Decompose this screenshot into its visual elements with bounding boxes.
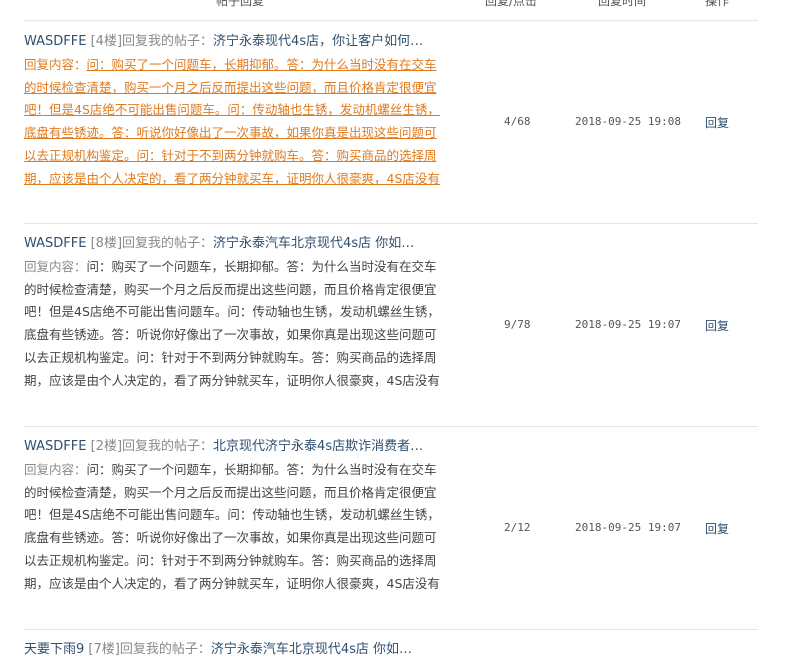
reply-content-text[interactable]: 问：购买了一个问题车，长期抑郁。答：为什么当时没有在交车的时候检查清楚，购买一个… xyxy=(24,57,440,190)
reply-content[interactable]: 回复内容：问：购买了一个问题车，长期抑郁。答：为什么当时没有在交车的时候检查清楚… xyxy=(24,256,446,392)
floor-number: [8楼] xyxy=(90,236,123,251)
reply-click-count: 2/12 xyxy=(504,521,531,534)
username-link[interactable]: WASDFFE xyxy=(24,439,86,454)
table-row: WASDFFE [2楼]回复我的帖子：北京现代济宁永泰4s店欺诈消费者… 回复内… xyxy=(24,426,758,630)
post-title-line: WASDFFE [8楼]回复我的帖子：济宁永泰汽车北京现代4s店 你如… xyxy=(24,235,446,253)
topic-link[interactable]: 济宁永泰汽车北京现代4s店 你如… xyxy=(213,236,414,251)
post-cell: WASDFFE [2楼]回复我的帖子：北京现代济宁永泰4s店欺诈消费者… 回复内… xyxy=(24,438,446,595)
post-cell: WASDFFE [4楼]回复我的帖子：济宁永泰现代4s店，你让客户如何… 回复内… xyxy=(24,33,446,190)
reply-button[interactable]: 回复 xyxy=(705,114,729,131)
reply-content[interactable]: 回复内容：问：购买了一个问题车，长期抑郁。答：为什么当时没有在交车的时候检查清楚… xyxy=(24,459,446,595)
header-post: 帖子回复 xyxy=(216,0,265,8)
reply-content[interactable]: 回复内容：问：购买了一个问题车，长期抑郁。答：为什么当时没有在交车的时候检查清楚… xyxy=(24,54,446,190)
reply-to-label: 回复我的帖子： xyxy=(122,439,214,454)
floor-number: [4楼] xyxy=(90,34,123,49)
reply-time: 2018-09-25 19:07 xyxy=(575,318,681,331)
reply-content-text[interactable]: 问：购买了一个问题车，长期抑郁。答：为什么当时没有在交车的时候检查清楚，购买一个… xyxy=(24,462,440,595)
reply-content-text[interactable]: 问：购买了一个问题车，长期抑郁。答：为什么当时没有在交车的时候检查清楚，购买一个… xyxy=(24,259,440,392)
reply-time: 2018-09-25 19:08 xyxy=(575,115,681,128)
table-row: WASDFFE [4楼]回复我的帖子：济宁永泰现代4s店，你让客户如何… 回复内… xyxy=(24,21,758,224)
reply-content-label: 回复内容： xyxy=(24,462,87,477)
floor-number: [2楼] xyxy=(90,439,123,454)
post-cell: 天要下雨9 [7楼]回复我的帖子：济宁永泰汽车北京现代4s店 你如… xyxy=(24,641,446,659)
post-title-line: WASDFFE [4楼]回复我的帖子：济宁永泰现代4s店，你让客户如何… xyxy=(24,33,446,51)
header-stats: 回复/点击 xyxy=(485,0,538,8)
reply-click-count: 4/68 xyxy=(504,115,531,128)
reply-to-label: 回复我的帖子： xyxy=(122,236,214,251)
post-title-line: WASDFFE [2楼]回复我的帖子：北京现代济宁永泰4s店欺诈消费者… xyxy=(24,438,446,456)
topic-link[interactable]: 济宁永泰汽车北京现代4s店 你如… xyxy=(211,642,412,657)
table-header: 帖子回复 回复/点击 回复时间 操作 xyxy=(24,0,758,21)
username-link[interactable]: 天要下雨9 xyxy=(24,642,84,657)
reply-content-label: 回复内容： xyxy=(24,57,87,72)
topic-link[interactable]: 北京现代济宁永泰4s店欺诈消费者… xyxy=(213,439,423,454)
reply-click-count: 9/78 xyxy=(504,318,531,331)
reply-button[interactable]: 回复 xyxy=(705,317,729,334)
floor-number: [7楼] xyxy=(88,642,120,657)
header-action: 操作 xyxy=(705,0,730,8)
post-cell: WASDFFE [8楼]回复我的帖子：济宁永泰汽车北京现代4s店 你如… 回复内… xyxy=(24,235,446,392)
table-row: 天要下雨9 [7楼]回复我的帖子：济宁永泰汽车北京现代4s店 你如… xyxy=(24,629,758,669)
topic-link[interactable]: 济宁永泰现代4s店，你让客户如何… xyxy=(213,34,423,49)
table-row: WASDFFE [8楼]回复我的帖子：济宁永泰汽车北京现代4s店 你如… 回复内… xyxy=(24,223,758,427)
reply-time: 2018-09-25 19:07 xyxy=(575,521,681,534)
reply-to-label: 回复我的帖子： xyxy=(119,642,211,657)
reply-content-label: 回复内容： xyxy=(24,259,87,274)
username-link[interactable]: WASDFFE xyxy=(24,34,86,49)
post-title-line: 天要下雨9 [7楼]回复我的帖子：济宁永泰汽车北京现代4s店 你如… xyxy=(24,641,446,659)
reply-to-label: 回复我的帖子： xyxy=(122,34,214,49)
reply-button[interactable]: 回复 xyxy=(705,520,729,537)
username-link[interactable]: WASDFFE xyxy=(24,236,86,251)
header-time: 回复时间 xyxy=(598,0,647,8)
